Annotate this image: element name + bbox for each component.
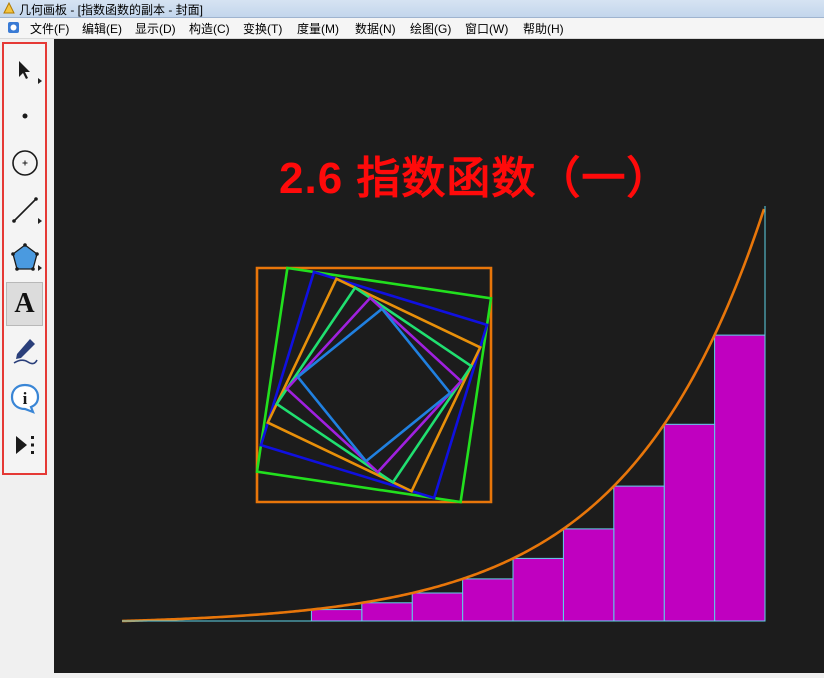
toolbox: A i (2, 42, 47, 475)
menu-window[interactable]: 窗口(W) (465, 20, 508, 37)
page-title: 2.6 指数函数（一） (279, 154, 672, 203)
spiral-square (259, 270, 489, 500)
pen-icon (13, 339, 38, 365)
arrow-select-tool[interactable] (6, 48, 43, 92)
spiral-square (266, 277, 482, 493)
histogram-bar (361, 602, 413, 622)
app-icon (3, 2, 15, 14)
circle-icon (11, 150, 38, 176)
histogram-bar (462, 578, 514, 622)
segment-icon (11, 197, 38, 223)
menu-help[interactable]: 帮助(H) (523, 20, 564, 37)
marker-tool[interactable] (6, 329, 43, 373)
compass-tool[interactable] (6, 141, 43, 185)
menu-data[interactable]: 数据(N) (355, 20, 396, 37)
histogram-bar (663, 423, 716, 622)
point-tool[interactable] (6, 94, 43, 138)
histogram-bar (562, 528, 615, 622)
menu-bar: 文件(F) 编辑(E) 显示(D) 构造(C) 变换(T) 度量(M) 数据(N… (0, 18, 824, 39)
info-icon: i (10, 383, 39, 414)
spiral-square (295, 306, 453, 464)
menu-display[interactable]: 显示(D) (135, 20, 176, 37)
window-title: 几何画板 - [指数函数的副本 - 封面] (19, 3, 203, 17)
arrow-cursor-icon (18, 61, 30, 79)
histogram-bar (411, 592, 464, 622)
tool-menu-indicator (38, 78, 42, 84)
text-a-icon: A (14, 288, 35, 319)
tool-menu-indicator (38, 218, 42, 224)
spiral-square (285, 296, 463, 474)
custom-tool[interactable] (6, 423, 43, 467)
menu-file[interactable]: 文件(F) (30, 20, 69, 37)
sketch-canvas[interactable]: 2.6 指数函数（一） (54, 39, 824, 673)
polygon-tool[interactable] (6, 235, 43, 279)
menu-measure[interactable]: 度量(M) (297, 20, 339, 37)
menu-construct[interactable]: 构造(C) (189, 20, 230, 37)
histogram-bar (613, 485, 665, 622)
menu-edit[interactable]: 编辑(E) (82, 20, 122, 37)
histogram-bars (310, 334, 766, 622)
sketch-drawing (121, 206, 766, 623)
tool-menu-indicator (38, 265, 42, 271)
point-icon (22, 113, 27, 119)
menu-transform[interactable]: 变换(T) (243, 20, 282, 37)
straightedge-tool[interactable] (6, 188, 43, 232)
information-tool[interactable]: i (6, 376, 43, 420)
document-icon[interactable] (7, 21, 20, 34)
pentagon-icon (10, 243, 39, 271)
histogram-bar (512, 557, 564, 622)
title-bar: 几何画板 - [指数函数的副本 - 封面] (0, 0, 824, 18)
info-letter: i (22, 389, 27, 408)
play-dots-icon (15, 436, 34, 454)
text-tool[interactable]: A (6, 282, 43, 326)
spiral-squares (255, 266, 493, 504)
menu-graph[interactable]: 绘图(G) (410, 20, 451, 37)
histogram-bar (310, 609, 363, 622)
histogram-bar (714, 334, 766, 622)
